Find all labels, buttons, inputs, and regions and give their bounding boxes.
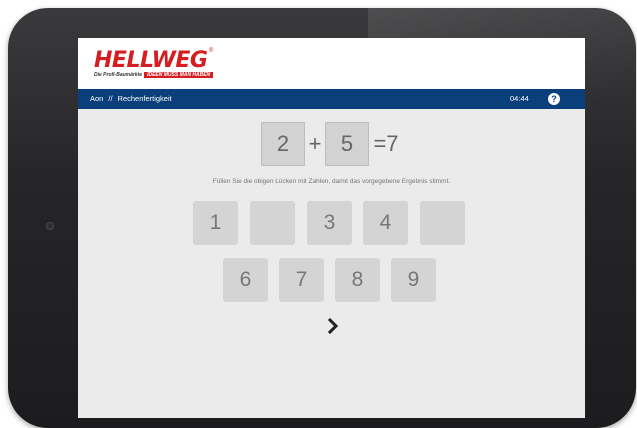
help-icon[interactable]: ? (548, 93, 560, 105)
breadcrumb-item-aon[interactable]: Aon (90, 94, 103, 103)
camera-icon (46, 222, 54, 230)
breadcrumb-item-current: Rechenfertigkeit (117, 94, 172, 103)
registered-mark: ® (209, 48, 214, 54)
equation-operator: + (308, 131, 322, 156)
equation-gap-right[interactable]: 5 (325, 122, 369, 166)
equation-gap-left[interactable]: 2 (261, 122, 305, 166)
brand-logo: HELLWEG (94, 48, 208, 73)
chevron-right-icon[interactable] (327, 317, 339, 335)
number-tile[interactable]: 1 (193, 201, 238, 245)
number-tile[interactable]: 6 (223, 258, 268, 302)
number-tile-empty[interactable] (420, 201, 465, 245)
header: HELLWEG ® Die Profi-Baumärkte IDEEN MUSS … (78, 38, 585, 89)
brand-tagline-small: Die Profi-Baumärkte (94, 72, 143, 78)
number-tile[interactable]: 9 (391, 258, 436, 302)
instruction-text: Füllen Sie die obigen Lücken mit Zahlen,… (212, 178, 451, 185)
breadcrumb-separator: // (108, 94, 113, 103)
number-tile[interactable]: 8 (335, 258, 380, 302)
number-tile[interactable]: 7 (279, 258, 324, 302)
number-tile-empty[interactable] (250, 201, 295, 245)
number-tile[interactable]: 4 (363, 201, 408, 245)
number-tile[interactable]: 3 (307, 201, 352, 245)
countdown-timer: 04:44 (510, 94, 529, 103)
app-screen: HELLWEG ® Die Profi-Baumärkte IDEEN MUSS … (78, 38, 585, 418)
breadcrumb: Aon // Rechenfertigkeit (90, 89, 172, 109)
equation-result: =7 (373, 131, 399, 156)
brand-tagline: Die Profi-Baumärkte IDEEN MUSS MAN HABEN (94, 71, 214, 79)
tablet-frame: HELLWEG ® Die Profi-Baumärkte IDEEN MUSS … (8, 8, 636, 428)
brand-tagline-main: IDEEN MUSS MAN HABEN (144, 72, 214, 78)
navbar: Aon // Rechenfertigkeit 04:44 ? (78, 89, 585, 109)
